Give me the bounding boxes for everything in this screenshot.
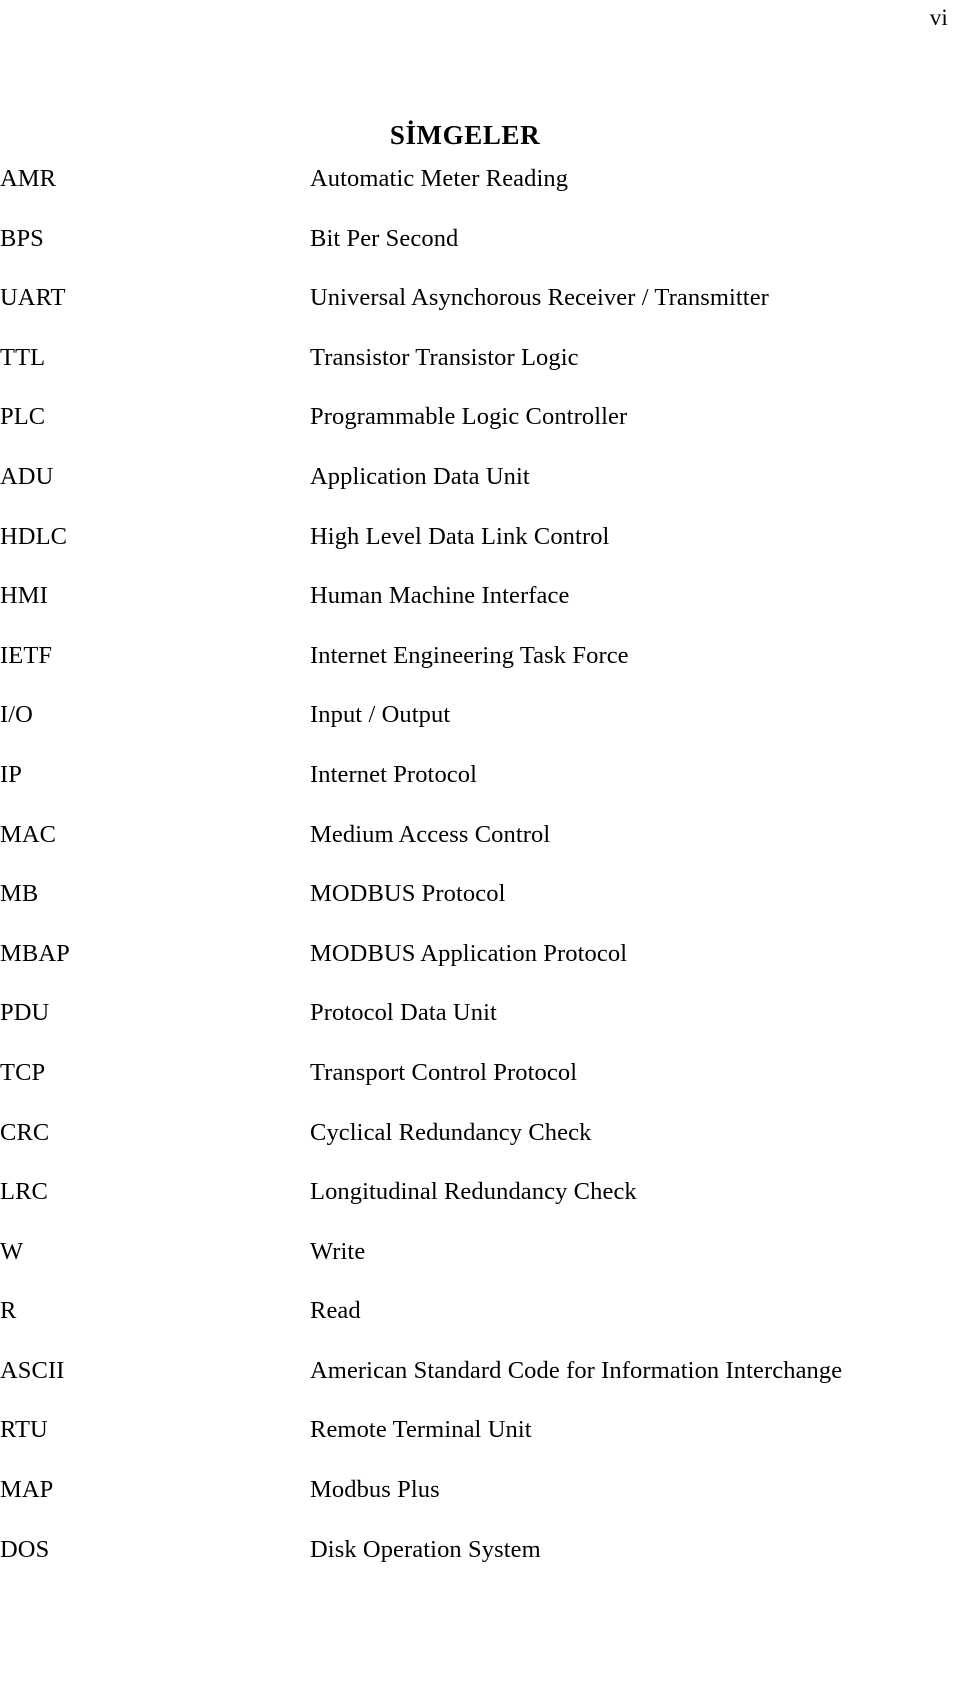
abbreviation-row: BPS Bit Per Second (0, 224, 960, 284)
abbreviation-row: TTL Transistor Transistor Logic (0, 343, 960, 403)
abbreviation-definition: Transistor Transistor Logic (310, 343, 579, 371)
abbreviation-row: HMI Human Machine Interface (0, 581, 960, 641)
abbreviation-term: MAP (0, 1476, 54, 1504)
abbreviation-definition: Automatic Meter Reading (310, 165, 569, 192)
abbreviation-term: R (0, 1297, 17, 1325)
abbreviation-definition: Read (310, 1297, 361, 1325)
document-page: vi SİMGELER AMR Automatic Meter Reading BP… (0, 0, 960, 1696)
abbreviation-row: DOS Disk Operation System (0, 1535, 960, 1595)
abbreviation-row: I/O Input / Output (0, 700, 960, 760)
abbreviation-term: IETF (0, 641, 53, 669)
abbreviation-definition: Internet Protocol (310, 760, 478, 788)
abbreviation-term: MB (0, 880, 39, 908)
abbreviation-row: IETF Internet Engineering Task Force (0, 641, 960, 701)
abbreviation-term: MBAP (0, 939, 70, 967)
abbreviation-term: RTU (0, 1416, 48, 1444)
abbreviation-term: CRC (0, 1118, 50, 1146)
abbreviation-term: ADU (0, 462, 54, 490)
abbreviation-term: LRC (0, 1178, 48, 1206)
abbreviation-term: I/O (0, 701, 33, 729)
abbreviation-definition: Disk Operation System (310, 1535, 541, 1563)
abbreviation-row: CRC Cyclical Redundancy Check (0, 1118, 960, 1178)
abbreviation-list: AMR Automatic Meter Reading BPS Bit Per Sec… (0, 164, 960, 1594)
abbreviation-row: LRC Longitudinal Redundancy Check (0, 1177, 960, 1237)
abbreviation-term: ASCII (0, 1356, 65, 1384)
abbreviation-row: ADU Application Data Unit (0, 462, 960, 522)
abbreviation-row: PLC Programmable Logic Controller (0, 402, 960, 462)
abbreviation-definition: Universal Asynchorous Receiver / Transmi… (310, 284, 769, 312)
abbreviation-definition: Bit Per Second (310, 224, 459, 252)
abbreviation-term: PLC (0, 403, 46, 431)
abbreviation-term: DOS (0, 1535, 50, 1563)
page-number: vi (929, 5, 948, 30)
abbreviation-definition: Write (310, 1237, 366, 1265)
abbreviation-row: TCP Transport Control Protocol (0, 1058, 960, 1118)
abbreviation-definition: Transport Control Protocol (310, 1058, 578, 1086)
abbreviation-definition: Cyclical Redundancy Check (310, 1118, 592, 1146)
abbreviation-row: UART Universal Asynchorous Receiver / Tra… (0, 283, 960, 343)
abbreviation-definition: Protocol Data Unit (310, 999, 497, 1027)
page-title: SİMGELER (389, 120, 541, 151)
abbreviation-definition: Modbus Plus (310, 1476, 440, 1504)
abbreviation-row: IP Internet Protocol (0, 760, 960, 820)
abbreviation-term: TTL (0, 343, 46, 371)
abbreviation-term: BPS (0, 224, 44, 252)
abbreviation-row: PDU Protocol Data Unit (0, 998, 960, 1058)
abbreviation-row: AMR Automatic Meter Reading (0, 164, 960, 224)
abbreviation-term: W (0, 1237, 24, 1265)
abbreviation-row: HDLC High Level Data Link Control (0, 522, 960, 582)
abbreviation-term: AMR (0, 165, 57, 192)
abbreviation-row: MAP Modbus Plus (0, 1475, 960, 1535)
abbreviation-term: IP (0, 760, 22, 788)
abbreviation-definition: Human Machine Interface (310, 582, 570, 610)
abbreviation-definition: American Standard Code for Information I… (310, 1356, 843, 1384)
abbreviation-row: MAC Medium Access Control (0, 820, 960, 880)
abbreviation-row: MBAP MODBUS Application Protocol (0, 939, 960, 999)
abbreviation-row: MB MODBUS Protocol (0, 879, 960, 939)
abbreviation-term: UART (0, 284, 66, 312)
abbreviation-definition: MODBUS Protocol (310, 880, 506, 908)
abbreviation-row: W Write (0, 1237, 960, 1297)
abbreviation-definition: Internet Engineering Task Force (310, 641, 629, 669)
abbreviation-definition: Programmable Logic Controller (310, 403, 628, 431)
abbreviation-definition: MODBUS Application Protocol (310, 939, 628, 967)
abbreviation-definition: Remote Terminal Unit (310, 1416, 532, 1444)
abbreviation-row: R Read (0, 1296, 960, 1356)
abbreviation-term: HMI (0, 582, 48, 610)
abbreviation-term: HDLC (0, 522, 68, 550)
abbreviation-row: RTU Remote Terminal Unit (0, 1415, 960, 1475)
abbreviation-term: MAC (0, 820, 57, 848)
abbreviation-definition: Longitudinal Redundancy Check (310, 1178, 637, 1206)
abbreviation-definition: Input / Output (310, 701, 451, 729)
abbreviation-term: PDU (0, 999, 50, 1027)
abbreviation-row: ASCII American Standard Code for Informat… (0, 1356, 960, 1416)
abbreviation-definition: High Level Data Link Control (310, 522, 610, 550)
abbreviation-definition: Medium Access Control (310, 820, 551, 848)
abbreviation-definition: Application Data Unit (310, 462, 530, 490)
abbreviation-term: TCP (0, 1058, 46, 1086)
